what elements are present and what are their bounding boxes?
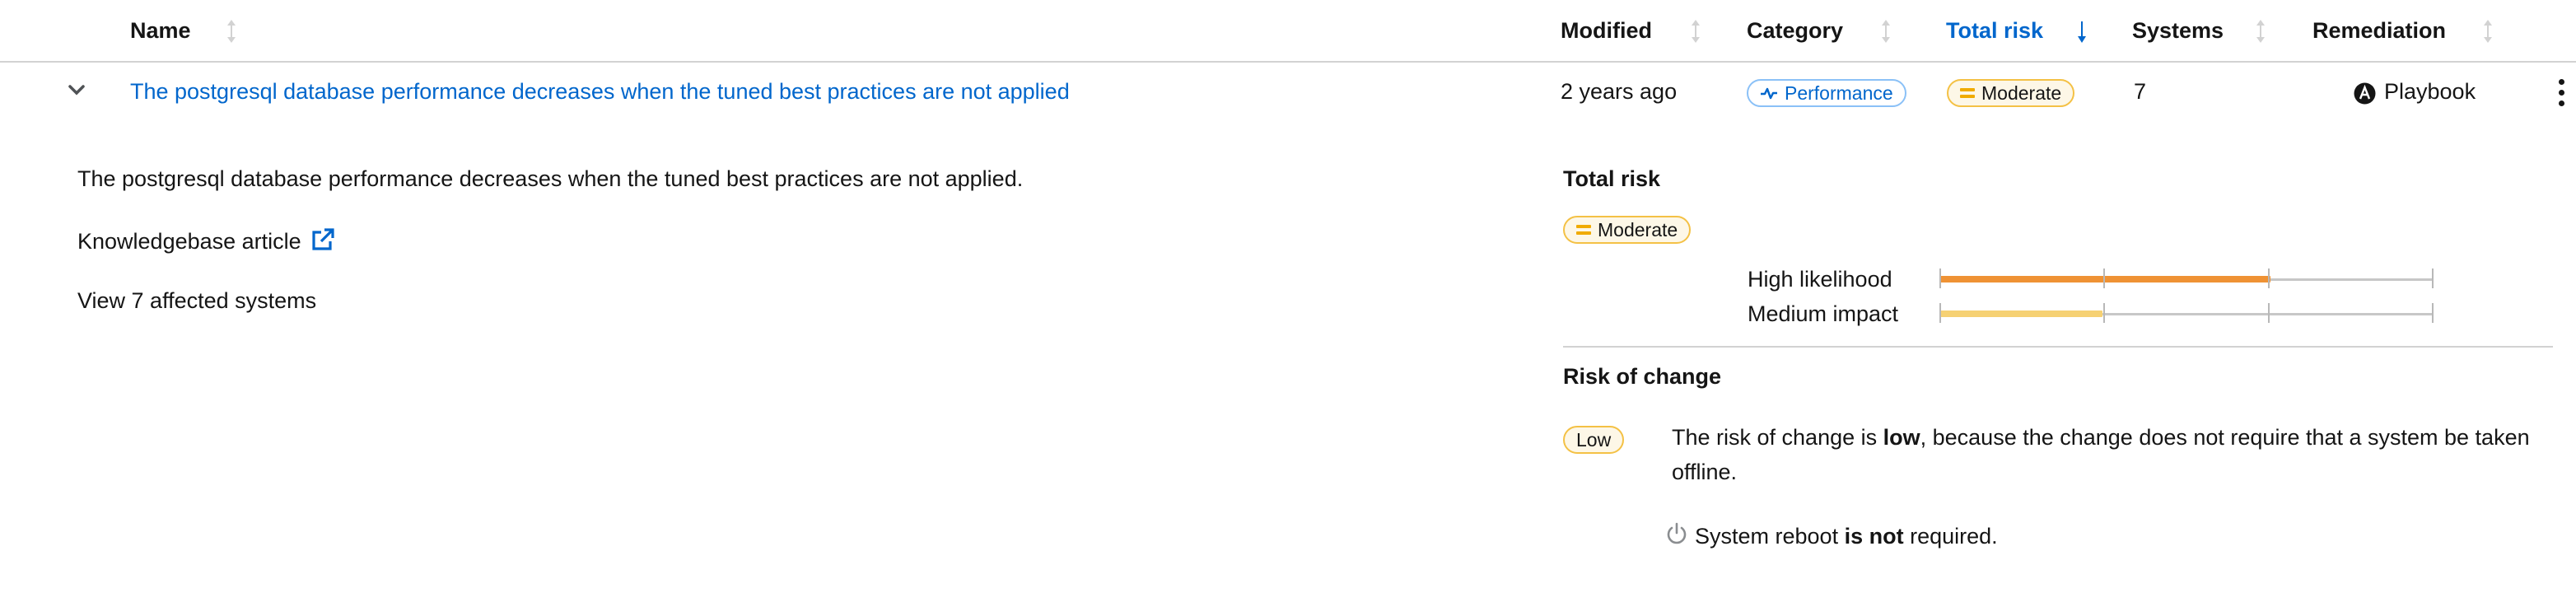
sort-icon[interactable] — [226, 18, 237, 44]
power-icon — [1667, 522, 1687, 544]
column-header-modified[interactable]: Modified — [1561, 18, 1652, 44]
total-risk-badge: Moderate — [1947, 79, 2075, 107]
column-header-total-risk[interactable]: Total risk — [1946, 18, 2043, 44]
reboot-text-emphasis: is not — [1844, 524, 1904, 549]
category-badge[interactable]: Performance — [1747, 79, 1906, 107]
reboot-text: System reboot is not required. — [1695, 524, 1998, 549]
column-header-name[interactable]: Name — [130, 18, 191, 44]
total-risk-title: Total risk — [1563, 166, 1661, 191]
risk-of-change-badge: Low — [1563, 426, 1625, 454]
knowledgebase-link-label: Knowledgebase article — [77, 229, 301, 254]
chevron-down-icon[interactable] — [68, 85, 85, 96]
impact-label: Medium impact — [1748, 301, 1899, 326]
remediation-value: Playbook — [2384, 79, 2476, 104]
column-header-category[interactable]: Category — [1747, 18, 1843, 44]
header-divider — [0, 61, 2576, 63]
total-risk-detail-label: Moderate — [1598, 218, 1678, 240]
risk-of-change-text-line2: offline. — [1672, 460, 1738, 484]
sort-icon[interactable] — [1880, 18, 1892, 44]
moderate-icon — [1576, 224, 1591, 236]
risk-of-change-label: Low — [1576, 428, 1612, 451]
likelihood-label: High likelihood — [1748, 267, 1892, 292]
column-header-remediation[interactable]: Remediation — [2312, 18, 2446, 44]
sort-icon[interactable] — [2255, 18, 2266, 44]
reboot-text-part: required. — [1903, 524, 1998, 549]
activity-icon — [1761, 87, 1777, 100]
category-label: Performance — [1785, 82, 1893, 104]
affected-systems-link[interactable]: View 7 affected systems — [77, 288, 316, 314]
column-header-systems[interactable]: Systems — [2132, 18, 2224, 44]
ansible-icon — [2354, 82, 2376, 105]
kebab-icon[interactable] — [2556, 79, 2568, 107]
risk-of-change-title: Risk of change — [1563, 364, 1722, 389]
external-link-icon — [312, 228, 334, 250]
systems-count: 7 — [2134, 79, 2147, 104]
likelihood-fill — [1940, 276, 2270, 282]
sort-down-icon[interactable] — [2076, 18, 2088, 44]
impact-fill — [1940, 311, 2102, 317]
risk-text-emphasis: low — [1883, 425, 1920, 450]
description-text: The postgresql database performance decr… — [77, 166, 1024, 191]
details-divider — [1563, 346, 2553, 348]
sort-icon[interactable] — [2482, 18, 2494, 44]
reboot-text-part: System reboot — [1695, 524, 1845, 549]
risk-text-part: , because the change does not require th… — [1920, 425, 2530, 450]
modified-value: 2 years ago — [1561, 79, 1678, 104]
knowledgebase-link[interactable]: Knowledgebase article — [77, 227, 335, 254]
risk-of-change-text: The risk of change is low, because the c… — [1672, 425, 2530, 451]
risk-text-part: The risk of change is — [1672, 425, 1883, 450]
sort-icon[interactable] — [1690, 18, 1701, 44]
moderate-icon — [1960, 87, 1975, 99]
total-risk-detail-badge: Moderate — [1563, 216, 1692, 244]
total-risk-label: Moderate — [1981, 82, 2062, 104]
recommendation-title-link[interactable]: The postgresql database performance decr… — [130, 79, 1070, 105]
